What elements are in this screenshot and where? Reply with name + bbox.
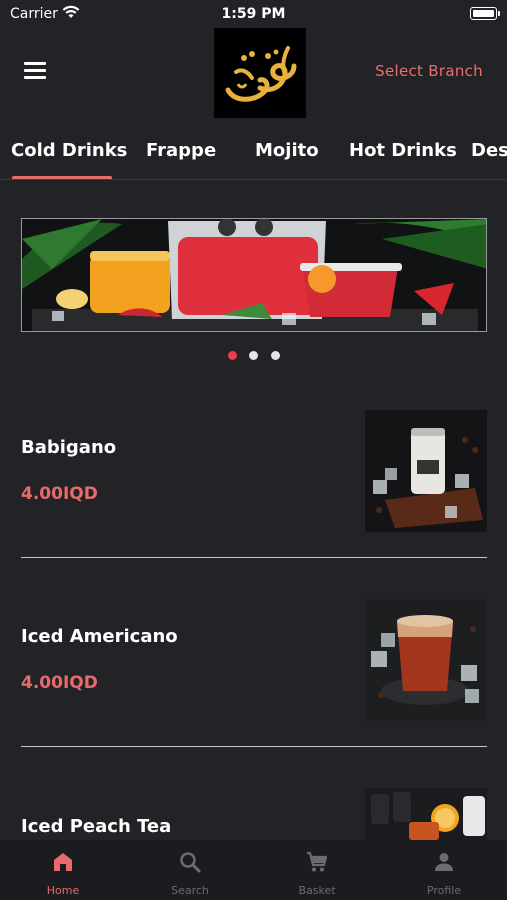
logo-calligraphy-image xyxy=(225,46,297,102)
carousel-dot-1[interactable] xyxy=(228,351,237,360)
brand-logo xyxy=(214,28,306,118)
tab-frappe[interactable]: Frappe xyxy=(146,140,216,161)
hamburger-menu-icon[interactable] xyxy=(24,62,46,80)
product-price: 4.00IQD xyxy=(21,673,98,693)
list-divider xyxy=(21,746,487,747)
tab-desserts[interactable]: Des xyxy=(471,140,507,161)
product-image xyxy=(365,788,487,840)
carousel-pagination xyxy=(0,351,507,361)
nav-basket-label: Basket xyxy=(298,884,336,897)
product-name: Iced Americano xyxy=(21,626,178,647)
product-image xyxy=(365,599,487,721)
nav-home-label: Home xyxy=(46,884,80,897)
carousel-dot-2[interactable] xyxy=(249,351,258,360)
category-tabs: Cold Drinks Frappe Mojito Hot Drinks Des xyxy=(0,132,507,180)
tab-cold-drinks[interactable]: Cold Drinks xyxy=(11,140,127,161)
tab-hot-drinks[interactable]: Hot Drinks xyxy=(349,140,457,161)
promo-banner[interactable] xyxy=(21,218,487,332)
battery-icon xyxy=(470,7,500,20)
nav-profile-label: Profile xyxy=(426,884,462,897)
cart-icon xyxy=(307,851,328,872)
product-item-babigano[interactable]: Babigano 4.00IQD xyxy=(21,410,487,532)
status-bar: Carrier 1:59 PM xyxy=(0,0,507,28)
list-divider xyxy=(21,557,487,558)
product-image xyxy=(365,410,487,532)
app-header: Select Branch xyxy=(0,28,507,120)
product-item-iced-americano[interactable]: Iced Americano 4.00IQD xyxy=(21,599,487,721)
product-price: 4.00IQD xyxy=(21,484,98,504)
nav-profile[interactable]: Profile xyxy=(381,840,507,900)
search-icon xyxy=(180,852,201,873)
select-branch-button[interactable]: Select Branch xyxy=(375,62,483,80)
bottom-navigation: Home Search Basket Profile xyxy=(0,840,507,900)
person-icon xyxy=(435,853,453,871)
banner-drinks-image xyxy=(22,219,486,331)
carousel-dot-3[interactable] xyxy=(271,351,280,360)
nav-search[interactable]: Search xyxy=(127,840,253,900)
product-name: Babigano xyxy=(21,437,117,458)
nav-basket[interactable]: Basket xyxy=(254,840,380,900)
nav-search-label: Search xyxy=(171,884,209,897)
nav-home[interactable]: Home xyxy=(0,840,126,900)
home-icon xyxy=(54,853,72,871)
product-item-iced-peach-tea[interactable]: Iced Peach Tea xyxy=(21,788,487,840)
product-name: Iced Peach Tea xyxy=(21,816,172,837)
active-tab-indicator xyxy=(12,176,112,179)
clock: 1:59 PM xyxy=(221,6,286,22)
tab-mojito[interactable]: Mojito xyxy=(255,140,319,161)
